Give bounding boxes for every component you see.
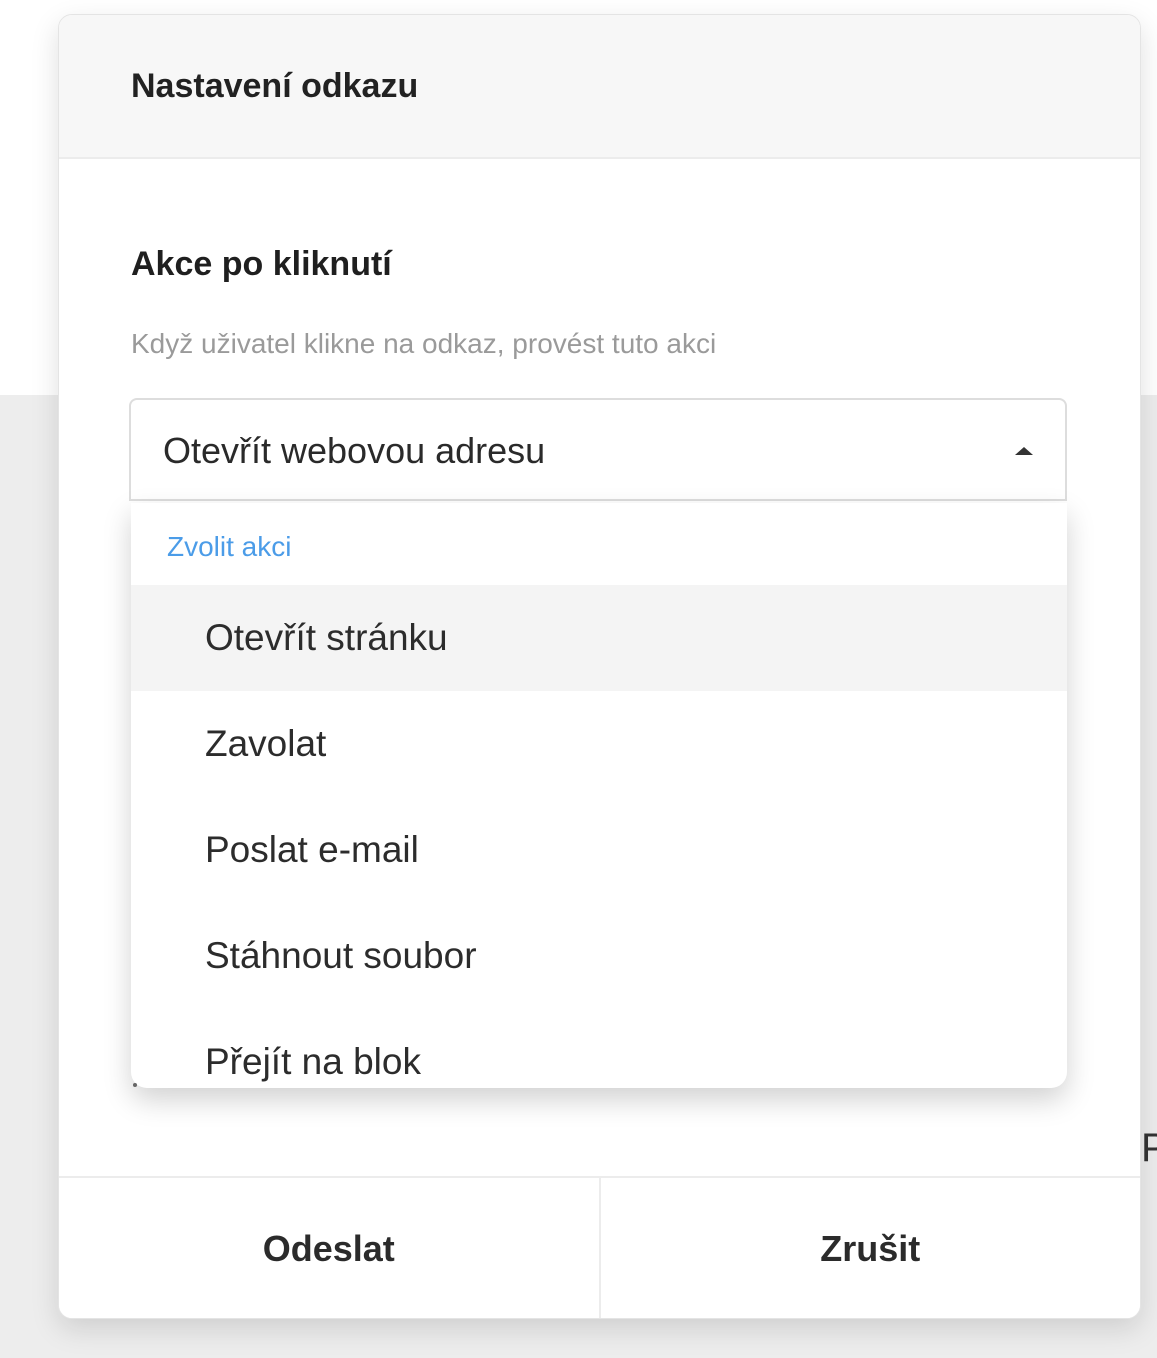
- submit-button[interactable]: Odeslat: [59, 1178, 601, 1318]
- dropdown-item-download-file[interactable]: Stáhnout soubor: [131, 903, 1067, 1009]
- cancel-button[interactable]: Zrušit: [600, 1178, 1140, 1318]
- separator-dot: [133, 1083, 137, 1087]
- dropdown-item-open-page[interactable]: Otevřít stránku: [131, 585, 1067, 691]
- caret-up-icon[interactable]: [1015, 447, 1033, 455]
- action-dropdown-menu: Zvolit akci Otevřít stránku Zavolat Posl…: [131, 503, 1067, 1088]
- dropdown-item-go-to-block[interactable]: Přejít na blok: [131, 1009, 1067, 1088]
- selected-action-value: Otevřít webovou adresu: [163, 430, 546, 471]
- dropdown-group-label: Zvolit akci: [167, 531, 292, 562]
- modal-title: Nastavení odkazu: [131, 67, 419, 105]
- link-settings-modal: Nastavení odkazu Akce po kliknutí Když u…: [58, 14, 1141, 1319]
- click-action-help-text: Když uživatel klikne na odkaz, provést t…: [131, 328, 717, 359]
- dropdown-item-call[interactable]: Zavolat: [131, 691, 1067, 797]
- dropdown-item-send-email[interactable]: Poslat e-mail: [131, 797, 1067, 903]
- modal-footer: Odeslat Zrušit: [59, 1176, 1140, 1318]
- backdrop-text-fragment: P: [1141, 1126, 1157, 1170]
- click-action-label: Akce po kliknutí: [131, 245, 392, 283]
- action-select[interactable]: Otevřít webovou adresu: [129, 398, 1067, 501]
- modal-header: Nastavení odkazu: [59, 15, 1140, 159]
